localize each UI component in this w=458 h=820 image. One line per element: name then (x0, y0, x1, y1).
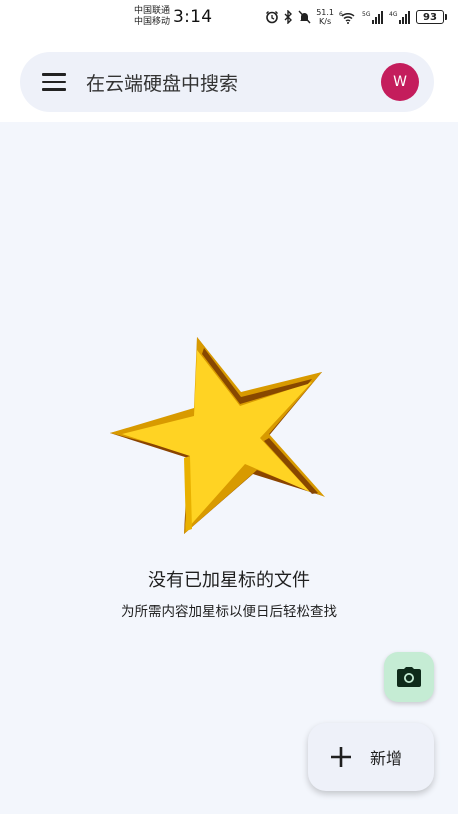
main-content: 没有已加星标的文件 为所需内容加星标以便日后轻松查找 新增 (0, 122, 458, 814)
carrier-1: 中国联通 (134, 6, 171, 16)
carrier-info: 中国联通 中国移动 (134, 6, 170, 28)
status-icons: 51.1 K/s 6 5G 4G 93 (265, 8, 447, 26)
menu-icon[interactable] (42, 71, 68, 93)
avatar-initial: W (393, 74, 407, 90)
battery-level: 93 (423, 11, 437, 23)
empty-state-subtitle: 为所需内容加星标以便日后轻松查找 (121, 604, 337, 620)
battery-icon: 93 (416, 10, 447, 24)
signal-5g-icon: 5G (362, 11, 383, 24)
bottom-bar (0, 814, 458, 820)
mute-icon (298, 10, 311, 24)
wifi-icon: 6 (339, 11, 355, 24)
avatar[interactable]: W (381, 63, 419, 101)
new-button-label: 新增 (370, 749, 403, 768)
search-bar[interactable]: 在云端硬盘中搜索 W (20, 52, 434, 112)
plus-icon (331, 747, 351, 767)
network-speed: 51.1 K/s (316, 8, 334, 26)
carrier-2: 中国移动 (134, 17, 171, 27)
wifi-badge: 6 (339, 11, 343, 18)
new-button[interactable]: 新增 (308, 723, 434, 791)
speed-unit: K/s (319, 17, 332, 26)
search-input[interactable]: 在云端硬盘中搜索 (86, 69, 381, 96)
signal-4g-icon: 4G (389, 11, 410, 24)
signal-1-label: 5G (362, 11, 371, 18)
speed-value: 51.1 (316, 8, 334, 17)
clock: 3:14 (173, 7, 213, 27)
alarm-icon (266, 11, 279, 24)
star-icon (110, 337, 325, 534)
empty-state-title: 没有已加星标的文件 (148, 570, 310, 591)
camera-scan-button[interactable] (384, 652, 434, 702)
signal-2-label: 4G (389, 11, 398, 18)
camera-icon (397, 667, 421, 687)
status-bar: 中国联通 中国移动 3:14 51.1 K/s 6 5G 4G 93 (0, 0, 458, 34)
bluetooth-icon (284, 10, 293, 24)
